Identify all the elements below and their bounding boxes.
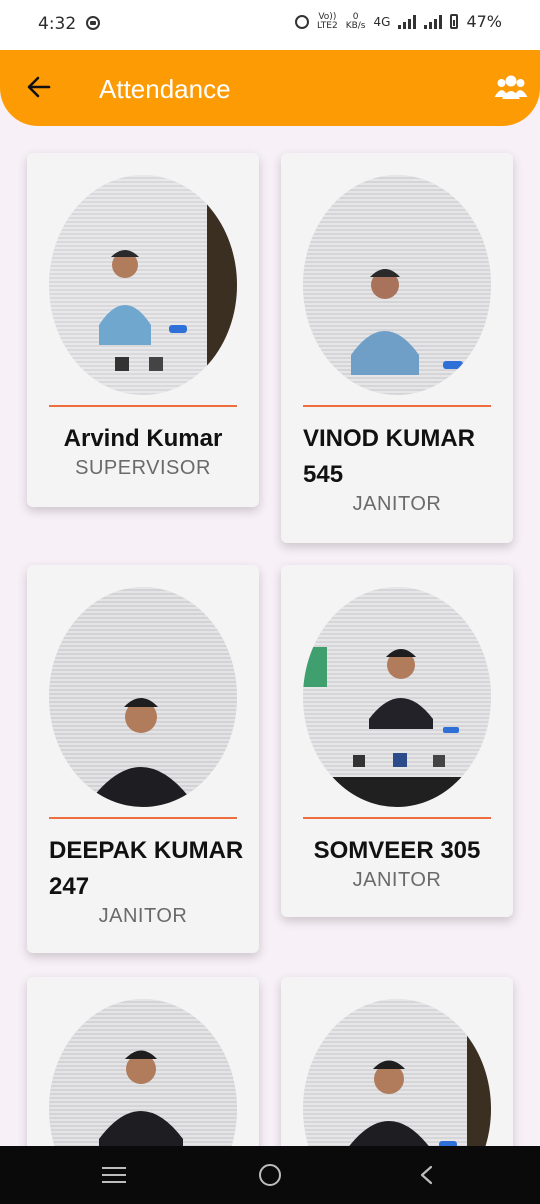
card-divider — [49, 817, 237, 819]
group-icon — [494, 75, 528, 99]
employee-card[interactable]: DEEPAK KUMAR 247 JANITOR — [27, 565, 259, 953]
employee-role: JANITOR — [352, 493, 442, 515]
employee-card[interactable]: VINOD KUMAR 545 JANITOR — [281, 153, 513, 543]
card-divider — [303, 405, 491, 407]
back-icon[interactable] — [416, 1164, 438, 1186]
person-photo-icon — [49, 587, 237, 807]
employee-name: DEEPAK KUMAR 247 — [49, 837, 244, 900]
home-icon[interactable] — [259, 1164, 281, 1186]
employee-card[interactable]: Arvind Kumar SUPERVISOR — [27, 153, 259, 507]
person-photo-icon — [303, 587, 491, 807]
employee-photo — [49, 999, 237, 1146]
employee-card[interactable]: SOMVEER 305 JANITOR — [281, 565, 513, 917]
card-divider — [303, 817, 491, 819]
recent-apps-icon[interactable] — [102, 1167, 126, 1183]
person-photo-icon — [49, 175, 237, 395]
person-photo-icon — [49, 999, 237, 1146]
back-button[interactable] — [24, 72, 54, 102]
person-photo-icon — [303, 175, 491, 395]
arrow-left-icon — [27, 76, 51, 98]
employee-card[interactable] — [27, 977, 259, 1146]
employee-role: JANITOR — [352, 869, 442, 891]
employee-grid: Arvind Kumar SUPERVISOR VINOD KUMAR 545 … — [0, 0, 540, 1146]
app-bar: Attendance — [0, 50, 540, 126]
employee-photo — [303, 175, 491, 395]
employee-photo — [49, 587, 237, 807]
group-button[interactable] — [494, 70, 528, 104]
employee-card[interactable] — [281, 977, 513, 1146]
employee-name: SOMVEER 305 — [313, 837, 481, 864]
system-nav-bar — [0, 1146, 540, 1204]
employee-photo — [303, 587, 491, 807]
employee-name: Arvind Kumar — [63, 425, 223, 452]
employee-name: VINOD KUMAR 545 — [303, 425, 475, 488]
card-divider — [49, 405, 237, 407]
person-photo-icon — [303, 999, 491, 1146]
employee-photo — [49, 175, 237, 395]
employee-photo — [303, 999, 491, 1146]
page-title: Attendance — [99, 74, 231, 104]
employee-role: JANITOR — [98, 905, 188, 927]
employee-role: SUPERVISOR — [75, 457, 211, 479]
nav-back-chevron-icon — [420, 1165, 433, 1185]
